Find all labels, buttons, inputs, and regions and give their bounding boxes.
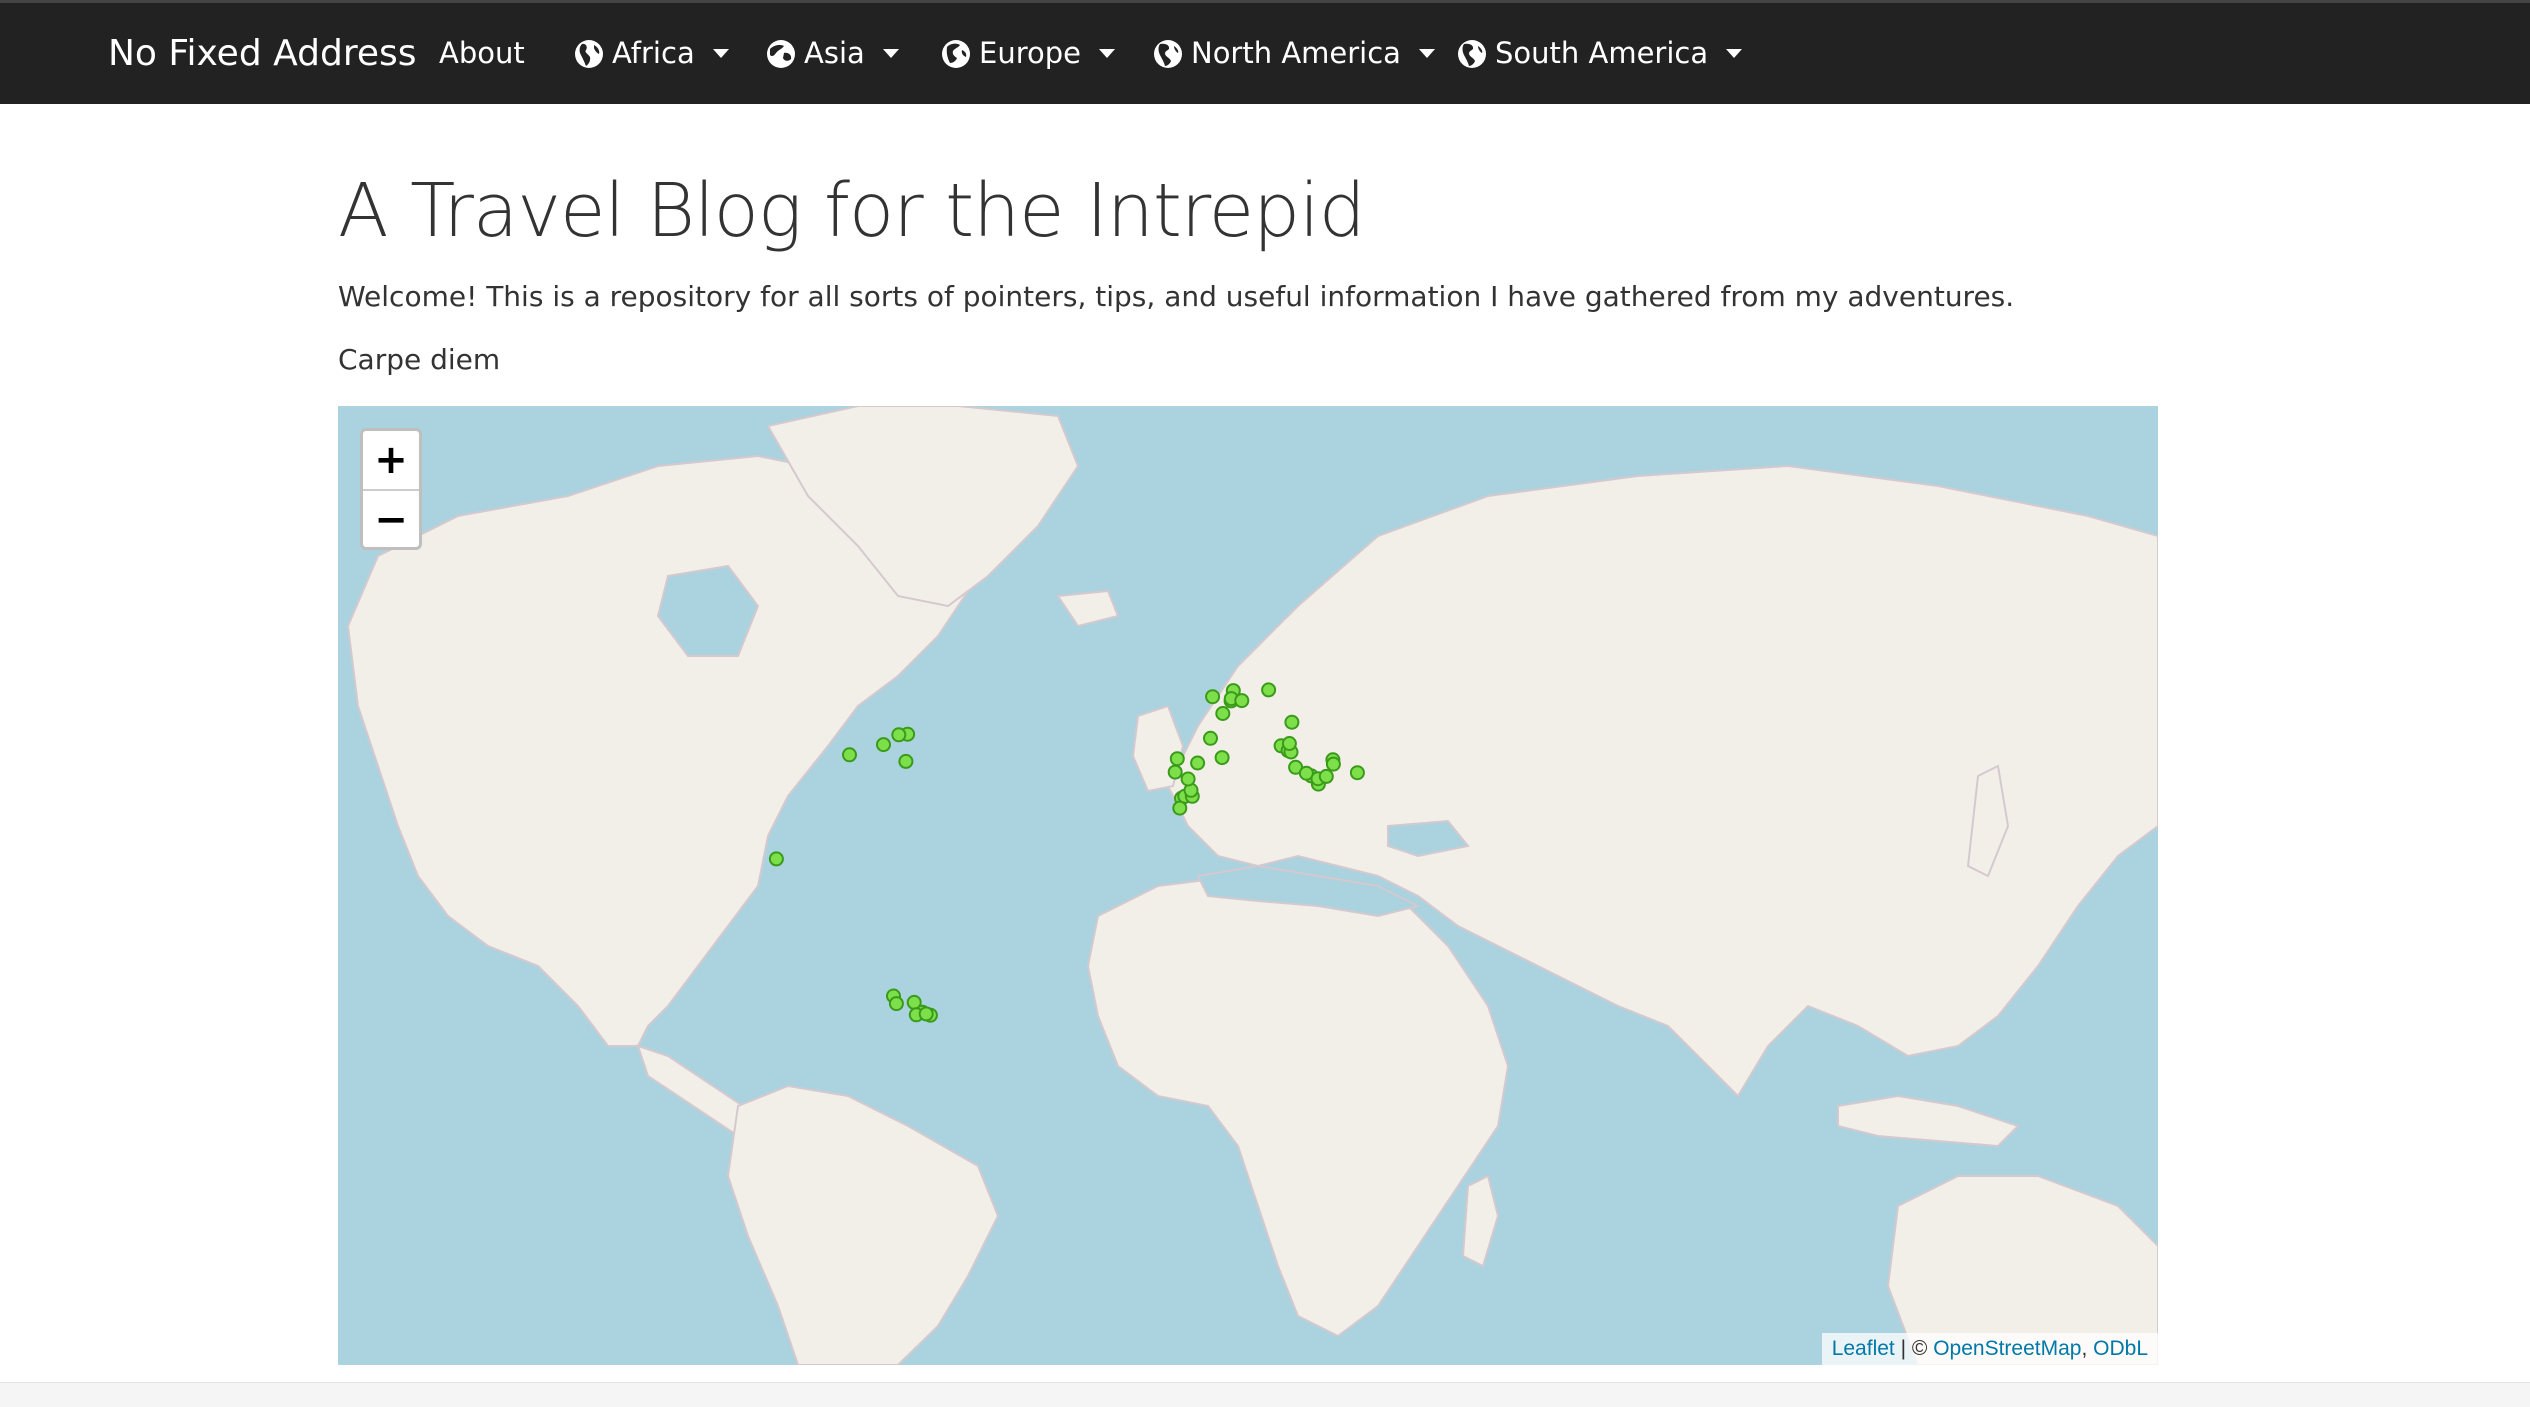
attribution-comma: , xyxy=(2081,1337,2094,1360)
nav-about-label: About xyxy=(439,36,525,70)
map-marker[interactable] xyxy=(1169,751,1185,767)
map-marker[interactable] xyxy=(1205,689,1221,705)
map-marker[interactable] xyxy=(1349,765,1365,781)
nav-dropdown-asia[interactable]: Asia xyxy=(766,3,899,104)
map-attribution: Leaflet | © OpenStreetMap, ODbL xyxy=(1821,1333,2158,1365)
nav-south-america-label: South America xyxy=(1495,36,1709,70)
map-marker[interactable] xyxy=(1167,764,1183,780)
nav-dropdown-south-america[interactable]: South America xyxy=(1457,3,1743,104)
map-marker[interactable] xyxy=(1190,755,1206,771)
nav-asia-label: Asia xyxy=(804,36,865,70)
map-marker[interactable] xyxy=(1284,714,1300,730)
map-marker[interactable] xyxy=(876,737,891,753)
chevron-down-icon xyxy=(712,49,729,58)
odbl-link[interactable]: ODbL xyxy=(2093,1337,2148,1360)
globe-europe-icon xyxy=(942,39,970,68)
map-marker[interactable] xyxy=(1203,730,1218,746)
top-navbar: No Fixed Address About Africa Asia Europ… xyxy=(0,0,2530,104)
nav-dropdown-europe[interactable]: Europe xyxy=(941,3,1115,104)
map-marker[interactable] xyxy=(1261,682,1277,698)
globe-africa-icon xyxy=(575,39,603,68)
map-marker[interactable] xyxy=(891,727,907,743)
chevron-down-icon xyxy=(1418,49,1435,58)
openstreetmap-link[interactable]: OpenStreetMap xyxy=(1933,1337,2081,1360)
page-title: A Travel Blog for the Intrepid xyxy=(338,168,1366,254)
nav-europe-label: Europe xyxy=(979,36,1081,70)
map-marker[interactable] xyxy=(898,753,914,769)
nav-north-america-label: North America xyxy=(1191,36,1401,70)
world-map[interactable]: + − Leaflet | © OpenStreetMap, ODbL xyxy=(338,406,2158,1365)
chevron-down-icon xyxy=(882,49,899,58)
map-marker[interactable] xyxy=(1325,756,1341,772)
map-marker[interactable] xyxy=(1281,736,1297,751)
map-marker[interactable] xyxy=(1215,706,1231,721)
globe-asia-icon xyxy=(767,39,795,68)
nav-dropdown-africa[interactable]: Africa xyxy=(574,3,729,104)
globe-americas-icon xyxy=(1458,39,1486,68)
map-marker[interactable] xyxy=(888,996,904,1012)
attribution-separator: | © xyxy=(1894,1337,1934,1360)
map-marker[interactable] xyxy=(918,1006,934,1022)
zoom-control: + − xyxy=(360,428,422,550)
map-marker[interactable] xyxy=(1172,800,1188,816)
chevron-down-icon xyxy=(1726,49,1743,58)
leaflet-link[interactable]: Leaflet xyxy=(1832,1337,1895,1360)
map-marker[interactable] xyxy=(768,851,784,867)
map-marker[interactable] xyxy=(1318,768,1334,784)
intro-text: Welcome! This is a repository for all so… xyxy=(338,280,2015,313)
map-marker[interactable] xyxy=(1214,750,1230,766)
chevron-down-icon xyxy=(1098,49,1115,58)
globe-americas-icon xyxy=(1154,39,1182,68)
zoom-in-button[interactable]: + xyxy=(363,431,419,491)
motto-text: Carpe diem xyxy=(338,343,501,376)
map-marker[interactable] xyxy=(1180,771,1196,787)
nav-about-link[interactable]: About xyxy=(439,3,525,104)
marker-layer xyxy=(768,682,1365,1023)
brand-link[interactable]: No Fixed Address xyxy=(108,3,417,104)
map-marker[interactable] xyxy=(842,747,857,763)
nav-africa-label: Africa xyxy=(612,36,695,70)
zoom-out-button[interactable]: − xyxy=(363,491,419,547)
map-marker[interactable] xyxy=(1234,693,1250,709)
page-footer-strip xyxy=(0,1382,2530,1407)
nav-dropdown-north-america[interactable]: North America xyxy=(1153,3,1435,104)
